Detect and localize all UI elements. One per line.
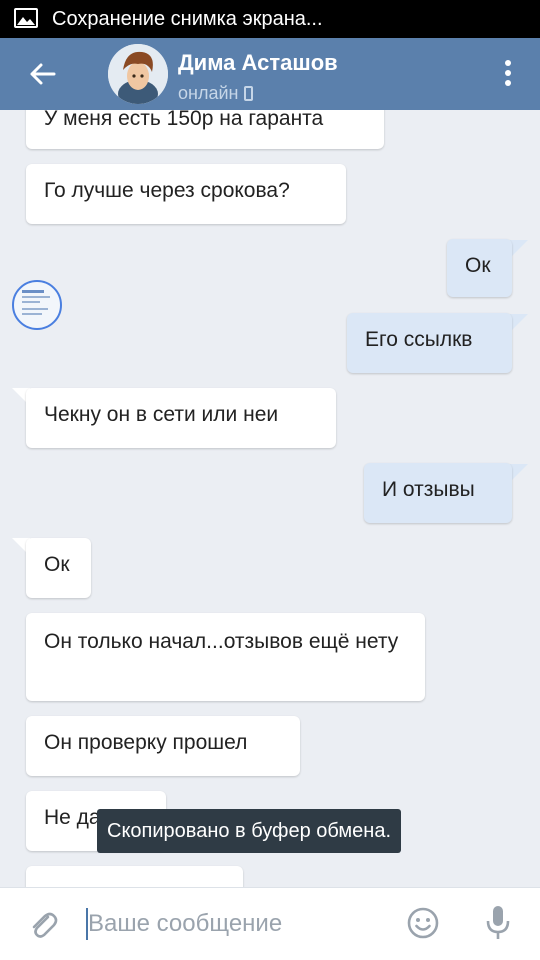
message-text: Го лучше через срокова? — [44, 179, 290, 202]
message-input[interactable] — [88, 906, 388, 942]
message-outgoing[interactable]: Ок — [447, 239, 512, 297]
notification-text: Сохранение снимка экрана... — [52, 8, 323, 30]
message-incoming[interactable]: Го лучше через срокова? — [26, 164, 346, 224]
message-incoming[interactable] — [26, 866, 243, 887]
online-status-text: онлайн — [178, 83, 239, 103]
avatar[interactable] — [108, 44, 168, 104]
message-text: Он только начал...отзывов ещё нету — [44, 630, 399, 653]
message-incoming[interactable]: Ок — [26, 538, 91, 598]
image-icon — [14, 8, 38, 28]
message-attachment-thumbnail[interactable] — [12, 280, 62, 330]
paperclip-icon[interactable] — [26, 908, 60, 942]
mic-icon[interactable] — [484, 904, 512, 942]
bubble-tail — [510, 464, 528, 482]
bubble-tail — [510, 314, 528, 332]
message-incoming[interactable]: Он только начал...отзывов ещё нету — [26, 613, 425, 701]
message-composer — [0, 887, 540, 960]
chat-header: Дима Асташов онлайн — [0, 38, 540, 110]
more-vert-icon[interactable] — [498, 60, 518, 90]
phone-icon — [244, 86, 254, 101]
message-text: Его ссылкв — [365, 328, 473, 351]
message-text: У меня есть 150р на гаранта — [44, 110, 324, 130]
bubble-tail — [510, 240, 528, 258]
toast-message: Скопировано в буфер обмена. — [97, 809, 402, 853]
contact-name[interactable]: Дима Асташов — [178, 50, 338, 76]
contact-status: онлайн — [178, 82, 254, 104]
message-list[interactable]: У меня есть 150р на гаранта Го лучше чер… — [0, 110, 540, 887]
message-text: Не да — [44, 806, 101, 829]
message-text: И отзывы — [382, 478, 475, 501]
message-text: Ок — [465, 254, 491, 277]
message-outgoing[interactable]: И отзывы — [364, 463, 512, 523]
back-arrow-icon[interactable] — [26, 58, 58, 90]
status-bar: Сохранение снимка экрана... — [0, 0, 540, 38]
message-outgoing[interactable]: Его ссылкв — [347, 313, 512, 373]
message-text: Он проверку прошел — [44, 731, 248, 754]
message-text: Ок — [44, 553, 70, 576]
message-text: Чекну он в сети или неи — [44, 403, 279, 426]
message-incoming[interactable]: Чекну он в сети или неи — [26, 388, 336, 448]
smile-icon[interactable] — [406, 906, 440, 940]
message-incoming[interactable]: У меня есть 150р на гаранта — [26, 110, 384, 149]
message-incoming[interactable]: Он проверку прошел — [26, 716, 300, 776]
